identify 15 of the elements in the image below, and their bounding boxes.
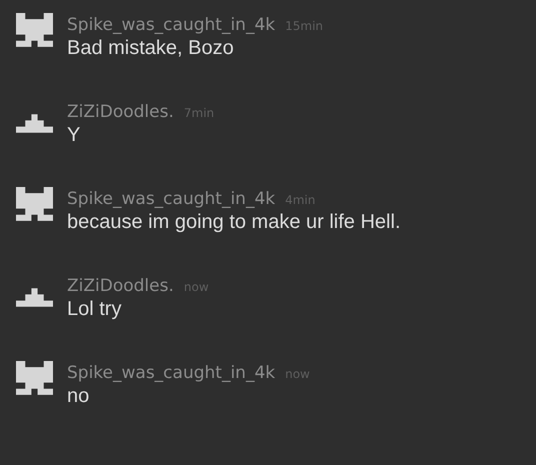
author-name: Spike_was_caught_in_4k [67, 15, 276, 35]
author-name: ZiZiDoodles. [67, 276, 174, 296]
avatar-icon [16, 187, 53, 224]
avatar-icon [16, 13, 53, 50]
author-name: Spike_was_caught_in_4k [67, 189, 276, 209]
message-text: Bad mistake, Bozo [67, 37, 235, 60]
message-text: Y [67, 124, 82, 147]
author-name: Spike_was_caught_in_4k [67, 363, 276, 383]
author-name: ZiZiDoodles. [67, 102, 174, 122]
message-text: because im going to make ur life Hell. [67, 211, 400, 234]
message-text: Lol try [67, 298, 122, 321]
avatar-icon [16, 361, 53, 398]
avatar-icon [16, 114, 53, 133]
message-text: no [67, 385, 90, 408]
avatar-icon [16, 288, 53, 307]
